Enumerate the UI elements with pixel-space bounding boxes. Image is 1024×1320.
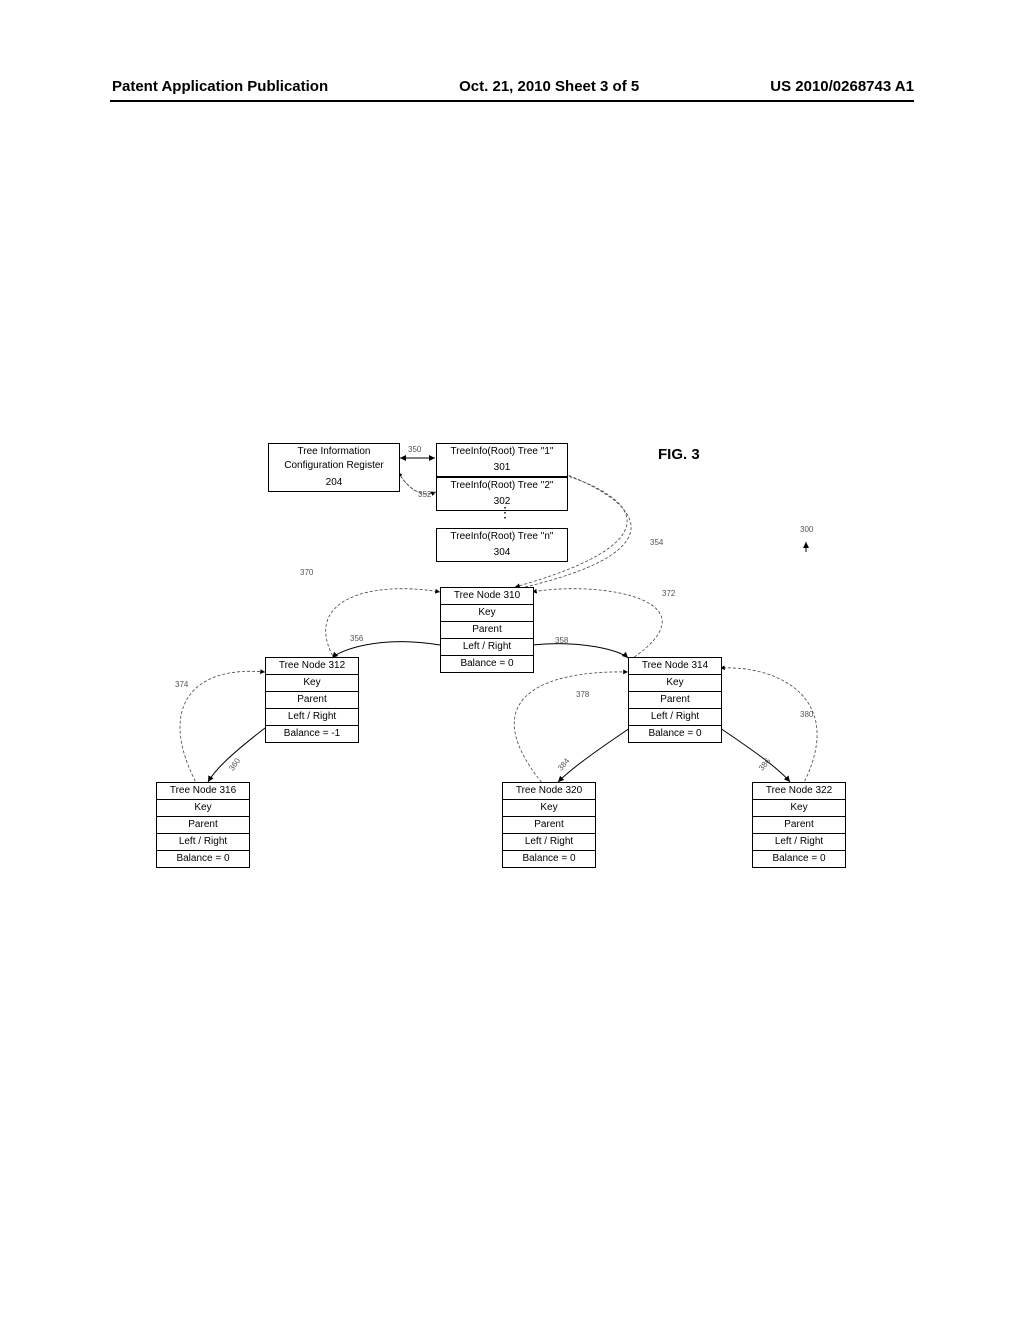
tree-node-312: Tree Node 312 Key Parent Left / Right Ba… [265, 657, 359, 743]
node-320-lr: Left / Right [503, 834, 595, 851]
root-tree-n: TreeInfo(Root) Tree "n" 304 [436, 528, 568, 562]
node-310-lr: Left / Right [441, 639, 533, 656]
node-314-key: Key [629, 675, 721, 692]
tree-list-ellipsis: ⋮ [498, 508, 512, 516]
ref-370: 370 [300, 568, 313, 577]
ref-372: 372 [662, 589, 675, 598]
node-314-lr: Left / Right [629, 709, 721, 726]
node-312-key: Key [266, 675, 358, 692]
node-310-key: Key [441, 605, 533, 622]
node-314-parent: Parent [629, 692, 721, 709]
node-316-key: Key [157, 800, 249, 817]
ref-356: 356 [350, 634, 363, 643]
tree-node-320: Tree Node 320 Key Parent Left / Right Ba… [502, 782, 596, 868]
node-322-parent: Parent [753, 817, 845, 834]
ref-360: 360 [227, 756, 242, 772]
ref-354: 354 [650, 538, 663, 547]
node-322-key: Key [753, 800, 845, 817]
root-tree-1: TreeInfo(Root) Tree "1" 301 [436, 443, 568, 477]
node-316-lr: Left / Right [157, 834, 249, 851]
config-register-line1: Tree Information [269, 444, 399, 460]
node-316-balance: Balance = 0 [157, 851, 249, 867]
header-left: Patent Application Publication [112, 78, 328, 95]
header-rule [110, 100, 914, 102]
node-320-title: Tree Node 320 [503, 783, 595, 800]
root-tree-1-label: TreeInfo(Root) Tree "1" [437, 444, 567, 460]
root-tree-n-label: TreeInfo(Root) Tree "n" [437, 529, 567, 545]
node-310-parent: Parent [441, 622, 533, 639]
tree-node-322: Tree Node 322 Key Parent Left / Right Ba… [752, 782, 846, 868]
node-320-balance: Balance = 0 [503, 851, 595, 867]
node-322-lr: Left / Right [753, 834, 845, 851]
header-mid: Oct. 21, 2010 Sheet 3 of 5 [459, 78, 639, 95]
node-314-balance: Balance = 0 [629, 726, 721, 742]
node-322-title: Tree Node 322 [753, 783, 845, 800]
ref-350: 350 [408, 445, 421, 454]
node-320-parent: Parent [503, 817, 595, 834]
ref-352: 352 [418, 490, 431, 499]
node-312-balance: Balance = -1 [266, 726, 358, 742]
tree-node-316: Tree Node 316 Key Parent Left / Right Ba… [156, 782, 250, 868]
tree-node-310: Tree Node 310 Key Parent Left / Right Ba… [440, 587, 534, 673]
node-312-lr: Left / Right [266, 709, 358, 726]
root-tree-1-num: 301 [437, 460, 567, 476]
node-310-balance: Balance = 0 [441, 656, 533, 672]
node-312-parent: Parent [266, 692, 358, 709]
node-316-title: Tree Node 316 [157, 783, 249, 800]
header-right: US 2010/0268743 A1 [770, 78, 914, 95]
root-tree-n-num: 304 [437, 545, 567, 561]
node-312-title: Tree Node 312 [266, 658, 358, 675]
ref-384: 384 [556, 756, 571, 772]
figure-label: FIG. 3 [658, 446, 700, 463]
node-320-key: Key [503, 800, 595, 817]
tree-node-314: Tree Node 314 Key Parent Left / Right Ba… [628, 657, 722, 743]
config-register-box: Tree Information Configuration Register … [268, 443, 400, 492]
node-310-title: Tree Node 310 [441, 588, 533, 605]
ref-300: 300 [800, 525, 813, 534]
node-322-balance: Balance = 0 [753, 851, 845, 867]
root-tree-2-label: TreeInfo(Root) Tree "2" [437, 478, 567, 494]
ref-358: 358 [555, 636, 568, 645]
ref-378: 378 [576, 690, 589, 699]
ref-386: 386 [757, 756, 772, 772]
node-316-parent: Parent [157, 817, 249, 834]
page-header: Patent Application Publication Oct. 21, … [0, 78, 1024, 95]
config-register-line3: 204 [269, 475, 399, 491]
ref-374: 374 [175, 680, 188, 689]
config-register-line2: Configuration Register [269, 460, 399, 475]
node-314-title: Tree Node 314 [629, 658, 721, 675]
ref-380: 380 [800, 710, 813, 719]
